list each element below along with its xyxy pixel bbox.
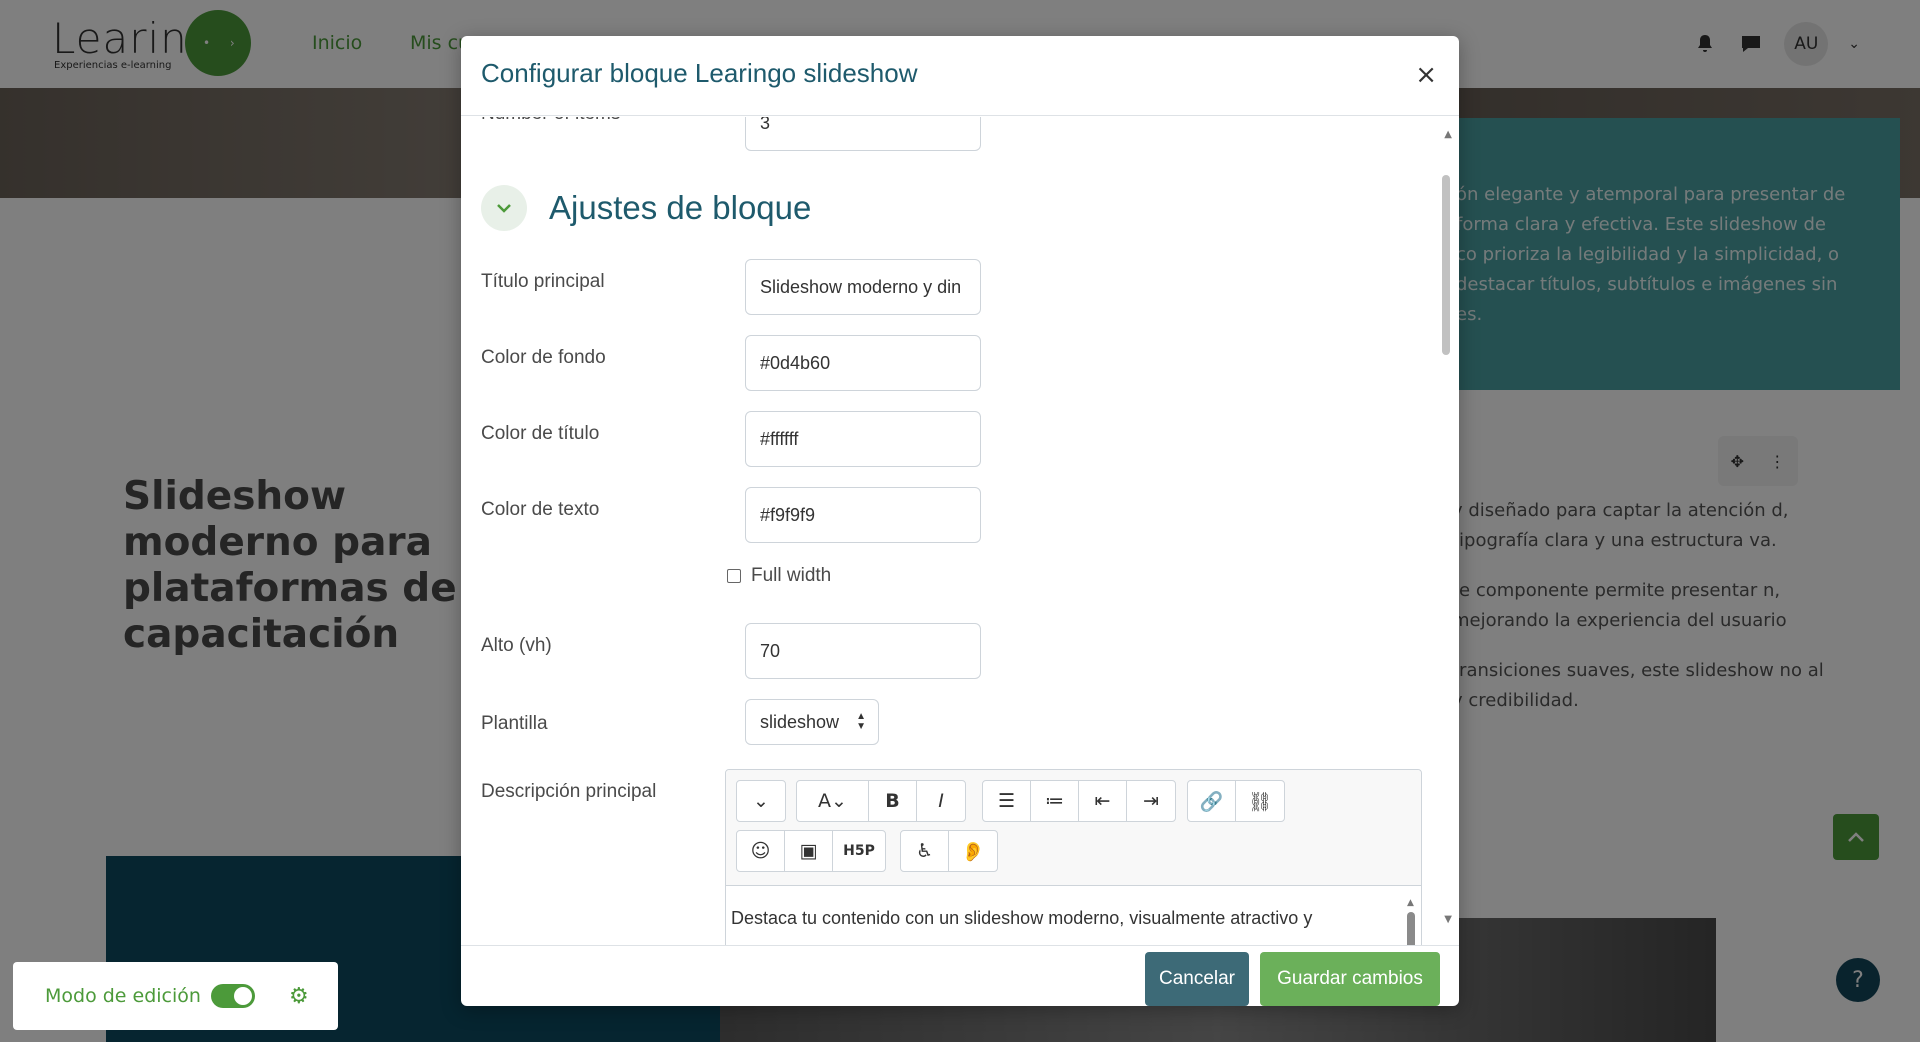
editor-toolbar: ⌄ A⌄ B I ☰ ≔ ⇤ ⇥ 🔗 ⛓ ☺ ▣ H5P ♿ 👂 — [726, 770, 1421, 886]
fullwidth-checkbox[interactable] — [727, 569, 741, 583]
fondo-label: Color de fondo — [481, 347, 606, 368]
modal-title: Configurar bloque Learingo slideshow — [481, 58, 918, 88]
modal-scroll-thumb[interactable] — [1442, 175, 1450, 355]
plantilla-selected: slideshow — [760, 711, 840, 732]
cancel-button[interactable]: Cancelar — [1145, 952, 1249, 1006]
indent-icon[interactable]: ⇥ — [1127, 781, 1175, 821]
plantilla-select[interactable]: slideshow ▲ ▼ — [745, 699, 879, 745]
titulo-color-input[interactable]: #ffffff — [745, 411, 981, 467]
toolbar-group-media: ☺ ▣ H5P — [736, 830, 886, 872]
editor-scrollbar[interactable]: ▲ — [1407, 898, 1415, 945]
italic-icon[interactable]: I — [917, 781, 965, 821]
fondo-input[interactable]: #0d4b60 — [745, 335, 981, 391]
sort-arrows-icon: ▲ ▼ — [856, 711, 866, 732]
texto-color-input[interactable]: #f9f9f9 — [745, 487, 981, 543]
number-items-label: Number of items — [481, 117, 620, 125]
editor-scroll-thumb[interactable] — [1407, 912, 1415, 945]
modal-header: Configurar bloque Learingo slideshow × — [461, 36, 1459, 116]
editor-content[interactable]: Destaca tu contenido con un slideshow mo… — [731, 908, 1312, 929]
section-header[interactable]: Ajustes de bloque — [481, 185, 811, 231]
modal-body[interactable]: Number of items 3 Ajustes de bloque Títu… — [461, 117, 1459, 945]
titulo-label: Título principal — [481, 271, 605, 292]
edit-mode-panel: Modo de edición ⚙ — [13, 962, 338, 1030]
config-modal: Configurar bloque Learingo slideshow × N… — [461, 36, 1459, 1006]
numbered-list-icon[interactable]: ≔ — [1031, 781, 1079, 821]
rich-text-editor: ⌄ A⌄ B I ☰ ≔ ⇤ ⇥ 🔗 ⛓ ☺ ▣ H5P ♿ 👂 Destaca… — [725, 769, 1422, 945]
alto-label: Alto (vh) — [481, 635, 552, 656]
number-items-input[interactable]: 3 — [745, 117, 981, 151]
edit-mode-toggle[interactable] — [210, 984, 255, 1008]
gear-icon[interactable]: ⚙ — [289, 984, 309, 1009]
unlink-icon[interactable]: ⛓ — [1236, 781, 1284, 821]
texto-color-label: Color de texto — [481, 499, 600, 520]
save-button[interactable]: Guardar cambios — [1260, 952, 1440, 1006]
fullwidth-row[interactable]: Full width — [727, 565, 831, 587]
titulo-color-label: Color de título — [481, 423, 600, 444]
chevron-down-icon[interactable]: ⌄ — [737, 781, 785, 821]
link-icon[interactable]: 🔗 — [1188, 781, 1236, 821]
plantilla-label: Plantilla — [481, 713, 548, 734]
edit-mode-label: Modo de edición — [45, 985, 201, 1007]
toolbar-group-format: A⌄ B I — [796, 780, 966, 822]
scroll-down-icon[interactable]: ▼ — [1444, 914, 1452, 925]
bold-icon[interactable]: B — [869, 781, 917, 821]
section-title: Ajustes de bloque — [549, 189, 812, 226]
toolbar-group-accessibility: ♿ 👂 — [900, 830, 998, 872]
font-style-icon[interactable]: A⌄ — [797, 781, 869, 821]
scroll-up-icon[interactable]: ▲ — [1444, 129, 1452, 140]
outdent-icon[interactable]: ⇤ — [1079, 781, 1127, 821]
alto-input[interactable]: 70 — [745, 623, 981, 679]
image-icon[interactable]: ▣ — [785, 831, 833, 871]
emoji-icon[interactable]: ☺ — [737, 831, 785, 871]
bullet-list-icon[interactable]: ☰ — [983, 781, 1031, 821]
fullwidth-label[interactable]: Full width — [751, 565, 831, 587]
h5p-icon[interactable]: H5P — [833, 831, 885, 871]
titulo-input[interactable]: Slideshow moderno y din — [745, 259, 981, 315]
toolbar-group-links: 🔗 ⛓ — [1187, 780, 1285, 822]
descripcion-label: Descripción principal — [481, 781, 657, 802]
chevron-down-icon[interactable] — [481, 185, 527, 231]
toolbar-group-expand: ⌄ — [736, 780, 786, 822]
modal-scrollbar[interactable]: ▲ ▼ — [1442, 125, 1455, 925]
close-icon[interactable]: × — [1415, 60, 1437, 90]
accessibility-icon[interactable]: ♿ — [901, 831, 949, 871]
screenreader-icon[interactable]: 👂 — [949, 831, 997, 871]
modal-footer: Cancelar Guardar cambios — [461, 945, 1459, 1006]
scroll-up-icon[interactable]: ▲ — [1407, 898, 1414, 908]
toolbar-group-lists: ☰ ≔ ⇤ ⇥ — [982, 780, 1176, 822]
